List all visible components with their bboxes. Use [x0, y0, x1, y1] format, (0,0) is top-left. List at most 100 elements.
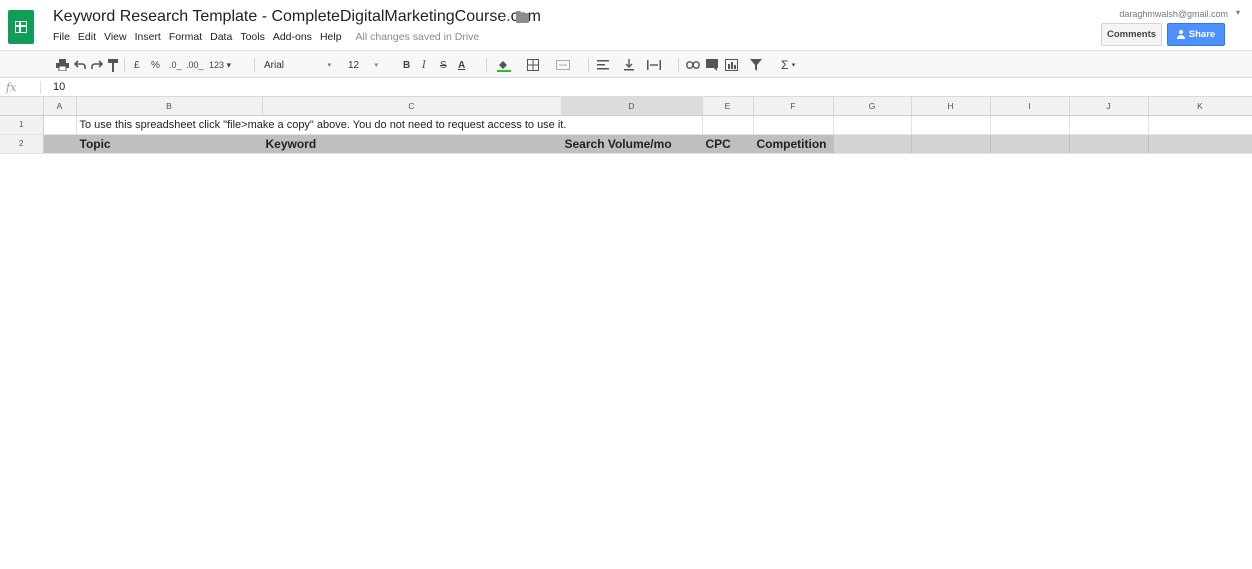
font-caret-icon: ▾	[327, 62, 331, 69]
cell[interactable]	[1069, 115, 1149, 135]
currency-button[interactable]: £	[134, 57, 140, 73]
fill-color-icon[interactable]	[497, 57, 511, 73]
document-title[interactable]: Keyword Research Template - CompleteDigi…	[53, 8, 541, 26]
sheets-logo-icon[interactable]	[8, 10, 34, 44]
menu-edit[interactable]: Edit	[78, 31, 96, 43]
font-size-select[interactable]: 12 ▾	[344, 56, 382, 74]
column-header[interactable]: B	[76, 97, 263, 116]
menu-tools[interactable]: Tools	[240, 31, 265, 43]
cell[interactable]	[833, 134, 912, 154]
column-header[interactable]: A	[43, 97, 77, 116]
more-formats-label: 123	[209, 60, 225, 70]
share-button[interactable]: Share	[1167, 23, 1225, 46]
cell[interactable]	[990, 115, 1070, 135]
select-all-corner[interactable]	[0, 97, 44, 116]
toolbar: £ % .0_ .00_ 123 ▾ Arial ▾ 12 ▾ B I S A Σ …	[0, 50, 1252, 78]
font-select[interactable]: Arial ▾	[260, 56, 335, 74]
account-caret-icon[interactable]: ▾	[1236, 8, 1240, 17]
percent-button[interactable]: %	[151, 57, 160, 73]
menu-file[interactable]: File	[53, 31, 70, 43]
column-header[interactable]: H	[911, 97, 991, 116]
cell[interactable]	[833, 115, 912, 135]
merge-cells-icon[interactable]	[556, 57, 570, 73]
cell[interactable]	[911, 134, 991, 154]
more-formats-button[interactable]: 123 ▾	[209, 57, 231, 73]
column-header[interactable]: K	[1148, 97, 1252, 116]
save-status[interactable]: All changes saved in Drive	[356, 31, 480, 43]
fx-icon: fx	[6, 81, 17, 94]
column-header[interactable]: C	[262, 97, 562, 116]
share-label: Share	[1188, 29, 1216, 40]
menu-insert[interactable]: Insert	[135, 31, 161, 43]
increase-decimal-button[interactable]: .00_	[186, 57, 204, 73]
font-size-caret-icon: ▾	[374, 62, 378, 69]
star-icon[interactable]: ☆	[500, 10, 512, 26]
column-header[interactable]: E	[702, 97, 754, 116]
link-icon[interactable]	[686, 57, 700, 73]
borders-icon[interactable]	[527, 57, 539, 73]
cell[interactable]	[911, 115, 991, 135]
undo-icon[interactable]	[74, 57, 86, 73]
bold-button[interactable]: B	[403, 57, 410, 73]
font-value: Arial	[264, 59, 285, 71]
cell[interactable]	[1069, 134, 1149, 154]
menu-format[interactable]: Format	[169, 31, 202, 43]
redo-icon[interactable]	[91, 57, 103, 73]
toolbar-divider	[678, 58, 679, 72]
menu-view[interactable]: View	[104, 31, 127, 43]
cell[interactable]	[702, 115, 754, 135]
menu-addons[interactable]: Add-ons	[273, 31, 312, 43]
cell[interactable]	[990, 134, 1070, 154]
functions-caret-icon: ▾	[791, 62, 796, 69]
menu-help[interactable]: Help	[320, 31, 342, 43]
toolbar-divider	[486, 58, 487, 72]
volume-header[interactable]: Search Volume/mo	[561, 134, 703, 154]
column-header[interactable]: G	[833, 97, 912, 116]
cell[interactable]	[43, 115, 77, 135]
cpc-header[interactable]: CPC	[702, 134, 754, 154]
cell[interactable]	[753, 115, 834, 135]
folder-icon[interactable]	[516, 11, 529, 23]
menu-data[interactable]: Data	[210, 31, 232, 43]
menu-bar: File Edit View Insert Format Data Tools …	[53, 31, 479, 43]
column-header[interactable]: D	[561, 97, 703, 116]
sheet-table: A B C D E F G H I J K 1 To use this spre…	[0, 97, 1252, 154]
row-header[interactable]: 1	[0, 115, 44, 135]
chart-icon[interactable]	[725, 57, 738, 73]
toolbar-divider	[588, 58, 589, 72]
column-header[interactable]: J	[1069, 97, 1149, 116]
column-header[interactable]: F	[753, 97, 834, 116]
functions-button[interactable]: Σ ▾	[781, 57, 795, 73]
keyword-header[interactable]: Keyword	[262, 134, 562, 154]
italic-button[interactable]: I	[422, 57, 426, 73]
print-icon[interactable]	[56, 57, 69, 73]
formula-input[interactable]: 10	[53, 81, 65, 93]
strikethrough-button[interactable]: S	[440, 57, 447, 73]
cell[interactable]	[43, 134, 77, 154]
cell[interactable]	[1148, 134, 1252, 154]
comment-icon[interactable]	[706, 57, 718, 73]
toolbar-divider	[254, 58, 255, 72]
cell[interactable]	[1148, 115, 1252, 135]
text-wrap-icon[interactable]	[647, 57, 661, 73]
sum-label: Σ	[781, 58, 789, 72]
filter-icon[interactable]	[750, 57, 762, 73]
decrease-decimal-button[interactable]: .0_	[169, 57, 182, 73]
spreadsheet-grid: A B C D E F G H I J K 1 To use this spre…	[0, 97, 1252, 569]
comments-button[interactable]: Comments	[1101, 23, 1162, 46]
topic-header[interactable]: Topic	[76, 134, 263, 154]
align-horizontal-icon[interactable]	[597, 57, 609, 73]
paint-format-icon[interactable]	[108, 57, 118, 73]
account-email[interactable]: daraghmwalsh@gmail.com	[1119, 9, 1228, 19]
table-header-row: 2 Topic Keyword Search Volume/mo CPC Com…	[0, 134, 1252, 154]
text-color-button[interactable]: A	[458, 57, 465, 73]
formula-divider	[40, 81, 41, 94]
note-row: 1 To use this spreadsheet click "file>ma…	[0, 115, 1252, 135]
note-cell[interactable]: To use this spreadsheet click "file>make…	[76, 115, 703, 135]
column-header[interactable]: I	[990, 97, 1070, 116]
competition-header[interactable]: Competition	[753, 134, 834, 154]
toolbar-divider	[124, 58, 125, 72]
row-header[interactable]: 2	[0, 134, 44, 154]
font-size-value: 12	[348, 59, 360, 71]
align-vertical-icon[interactable]	[624, 57, 634, 73]
